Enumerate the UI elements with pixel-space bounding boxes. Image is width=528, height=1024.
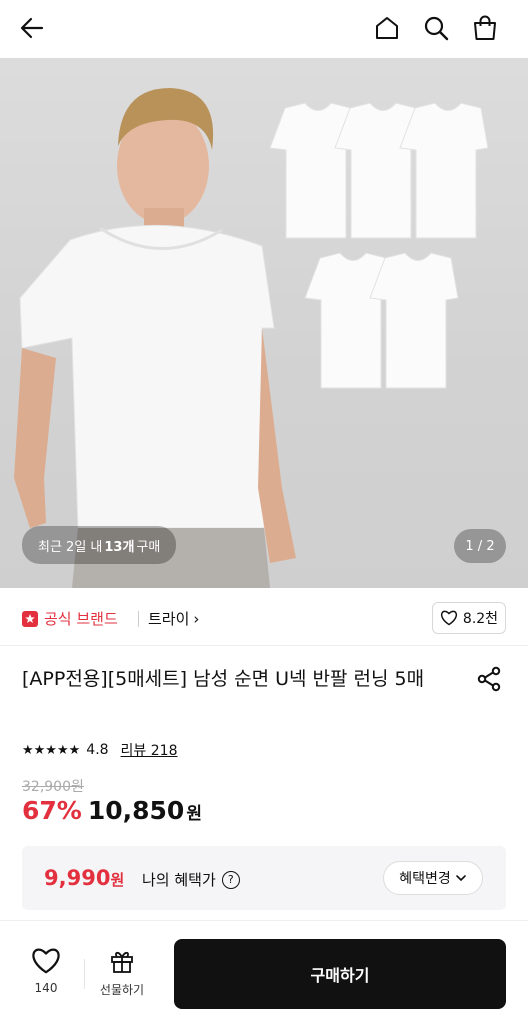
shopping-bag-icon[interactable] bbox=[467, 10, 503, 46]
bottom-divider bbox=[84, 959, 85, 989]
review-link[interactable]: 리뷰 218 bbox=[121, 740, 178, 760]
brand-like-count: 8.2천 bbox=[462, 611, 499, 627]
home-icon[interactable] bbox=[369, 10, 405, 46]
product-image-carousel[interactable]: 최근 2일 내 13개 구매 1 / 2 bbox=[0, 58, 528, 588]
benefit-price: 9,990원 bbox=[44, 866, 124, 890]
original-price: 32,900원 bbox=[22, 779, 84, 795]
product-title: [APP전용][5매세트] 남성 순면 U넥 반팔 런닝 5매 bbox=[22, 668, 425, 690]
product-photo bbox=[14, 88, 489, 588]
chevron-right-icon: › bbox=[193, 609, 200, 628]
heart-icon bbox=[32, 948, 60, 974]
rating-stars: ★★★★★ bbox=[22, 742, 81, 758]
rating-value: 4.8 bbox=[86, 742, 109, 758]
sale-price-unit: 원 bbox=[186, 804, 202, 824]
brand-like-button[interactable]: 8.2천 bbox=[432, 602, 506, 634]
brand-row: 공식 브랜드 트라이 › 8.2천 bbox=[0, 590, 528, 646]
recent-purchase-count: 13개 bbox=[104, 539, 135, 555]
gift-label: 선물하기 bbox=[99, 983, 145, 997]
benefit-label-text: 나의 혜택가 bbox=[142, 871, 216, 889]
change-benefit-button[interactable]: 혜택변경 bbox=[383, 861, 483, 895]
recent-purchase-badge: 최근 2일 내 13개 구매 bbox=[22, 526, 177, 564]
info-icon[interactable]: ? bbox=[221, 870, 240, 889]
sale-price: 10,850 bbox=[87, 796, 185, 825]
search-icon[interactable] bbox=[418, 10, 454, 46]
official-brand-badge: 공식 브랜드 bbox=[22, 608, 118, 629]
gift-icon bbox=[111, 951, 133, 973]
top-navigation-bar bbox=[0, 0, 528, 58]
recent-purchase-suffix: 구매 bbox=[136, 539, 161, 555]
official-brand-label: 공식 브랜드 bbox=[44, 610, 118, 628]
model-figure bbox=[14, 88, 296, 588]
brand-divider bbox=[138, 611, 139, 627]
chevron-down-icon bbox=[455, 875, 466, 882]
price-row: 67% 10,850 원 bbox=[22, 796, 202, 825]
gift-button[interactable]: 선물하기 bbox=[94, 947, 150, 998]
page-indicator: 1 / 2 bbox=[454, 529, 506, 563]
benefit-price-value: 9,990 bbox=[44, 866, 111, 890]
recent-purchase-prefix: 최근 2일 내 bbox=[38, 539, 103, 555]
brand-link[interactable]: 트라이 › bbox=[148, 608, 199, 629]
change-benefit-label: 혜택변경 bbox=[399, 871, 451, 887]
benefit-label: 나의 혜택가 ? bbox=[142, 869, 240, 890]
folded-shirts bbox=[269, 102, 489, 389]
brand-name: 트라이 bbox=[148, 610, 190, 628]
benefit-price-box: 9,990원 나의 혜택가 ? 혜택변경 bbox=[22, 846, 506, 910]
heart-icon bbox=[440, 610, 457, 626]
benefit-price-unit: 원 bbox=[110, 871, 125, 889]
share-icon[interactable] bbox=[474, 664, 504, 694]
back-arrow-icon[interactable] bbox=[14, 10, 50, 46]
official-star-icon bbox=[22, 610, 38, 627]
discount-rate: 67% bbox=[22, 796, 82, 825]
wishlist-button[interactable]: 140 bbox=[26, 947, 66, 995]
rating-row: ★★★★★ 4.8 리뷰 218 bbox=[22, 740, 177, 760]
buy-button[interactable]: 구매하기 bbox=[174, 939, 506, 1009]
bottom-action-bar: 140 선물하기 구매하기 bbox=[0, 920, 528, 1024]
wishlist-count: 140 bbox=[34, 981, 58, 995]
